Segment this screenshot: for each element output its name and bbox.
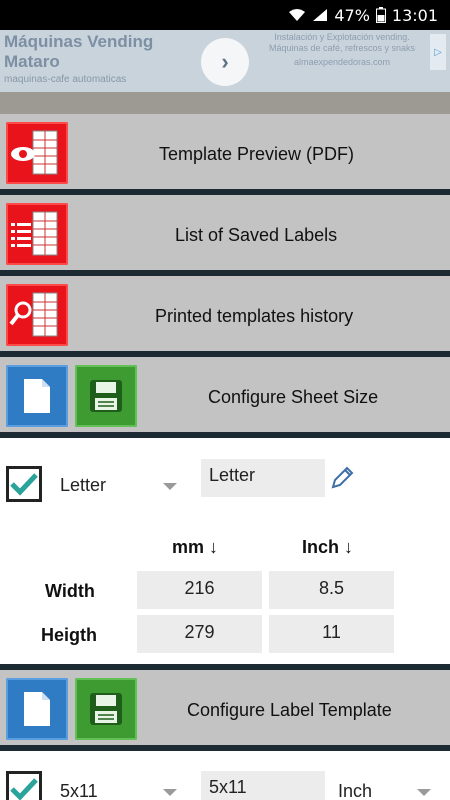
battery-percent: 47% xyxy=(334,5,370,25)
edit-pencil-icon[interactable] xyxy=(329,465,355,496)
saved-labels-label: List of Saved Labels xyxy=(175,225,338,245)
label-name-field[interactable]: 5x11 xyxy=(201,771,325,800)
height-mm-field[interactable]: 279 xyxy=(137,615,262,653)
template-preview-label: Template Preview (PDF) xyxy=(159,144,355,164)
configure-label-row: Configure Label Template xyxy=(0,670,450,751)
battery-icon xyxy=(375,7,386,23)
signal-icon xyxy=(312,8,328,22)
ad-description-text: Instalación y Explotación vending. Máqui… xyxy=(268,32,416,53)
printed-history-label: Printed templates history xyxy=(155,306,354,326)
chevron-down-icon[interactable] xyxy=(417,789,431,796)
new-document-icon[interactable] xyxy=(6,365,68,427)
height-inch-field[interactable]: 11 xyxy=(269,615,394,653)
label-template-select[interactable]: 5x11 xyxy=(60,781,98,800)
ad-description: Instalación y Explotación vending. Máqui… xyxy=(262,32,422,68)
sheet-name-field[interactable]: Letter xyxy=(201,459,325,497)
label-enable-checkbox[interactable] xyxy=(6,771,42,800)
new-document-icon[interactable] xyxy=(6,678,68,740)
status-bar: 47% 13:01 xyxy=(0,0,450,30)
width-mm-field[interactable]: 216 xyxy=(137,571,262,609)
ad-title: Máquinas Vending Mataro xyxy=(4,32,154,71)
save-icon[interactable] xyxy=(75,365,137,427)
chevron-down-icon[interactable] xyxy=(163,483,177,490)
ad-subtitle: maquinas-cafe automaticas xyxy=(4,74,127,85)
list-sheet-icon xyxy=(6,203,68,265)
unit-select[interactable]: Inch xyxy=(338,781,372,800)
template-preview-row[interactable]: Template Preview (PDF) xyxy=(0,114,450,195)
mm-column-header: mm ↓ xyxy=(172,537,219,557)
ad-banner[interactable]: Máquinas Vending Mataro maquinas-cafe au… xyxy=(0,30,450,92)
label-template-panel: 5x11 5x11 Inch xyxy=(0,751,450,800)
height-label: Heigth xyxy=(41,625,97,645)
chevron-down-icon[interactable] xyxy=(163,789,177,796)
save-icon[interactable] xyxy=(75,678,137,740)
sheet-enable-checkbox[interactable] xyxy=(6,466,42,502)
wifi-icon xyxy=(288,8,306,22)
inch-column-header: Inch ↓ xyxy=(302,537,354,557)
configure-label-label: Configure Label Template xyxy=(187,700,392,720)
ad-choices-icon[interactable]: ▷ xyxy=(430,34,446,70)
printed-history-row[interactable]: Printed templates history xyxy=(0,276,450,357)
sheet-size-select[interactable]: Letter xyxy=(60,475,106,496)
eye-sheet-icon xyxy=(6,122,68,184)
ad-url: almaexpendedoras.com xyxy=(293,57,391,67)
app-root: 47% 13:01 Máquinas Vending Mataro maquin… xyxy=(0,0,450,800)
width-inch-field[interactable]: 8.5 xyxy=(269,571,394,609)
ad-bottom-strip xyxy=(0,92,450,114)
configure-sheet-row: Configure Sheet Size xyxy=(0,357,450,438)
sheet-size-panel: Letter Letter mm ↓ Inch ↓ Width 216 8.5 … xyxy=(0,438,450,664)
configure-sheet-label: Configure Sheet Size xyxy=(208,387,379,407)
clock: 13:01 xyxy=(391,5,438,25)
ad-text-block: Máquinas Vending Mataro maquinas-cafe au… xyxy=(4,32,194,85)
search-sheet-icon xyxy=(6,284,68,346)
width-label: Width xyxy=(45,581,95,601)
ad-open-button[interactable]: › xyxy=(201,38,249,86)
saved-labels-row[interactable]: List of Saved Labels xyxy=(0,195,450,276)
